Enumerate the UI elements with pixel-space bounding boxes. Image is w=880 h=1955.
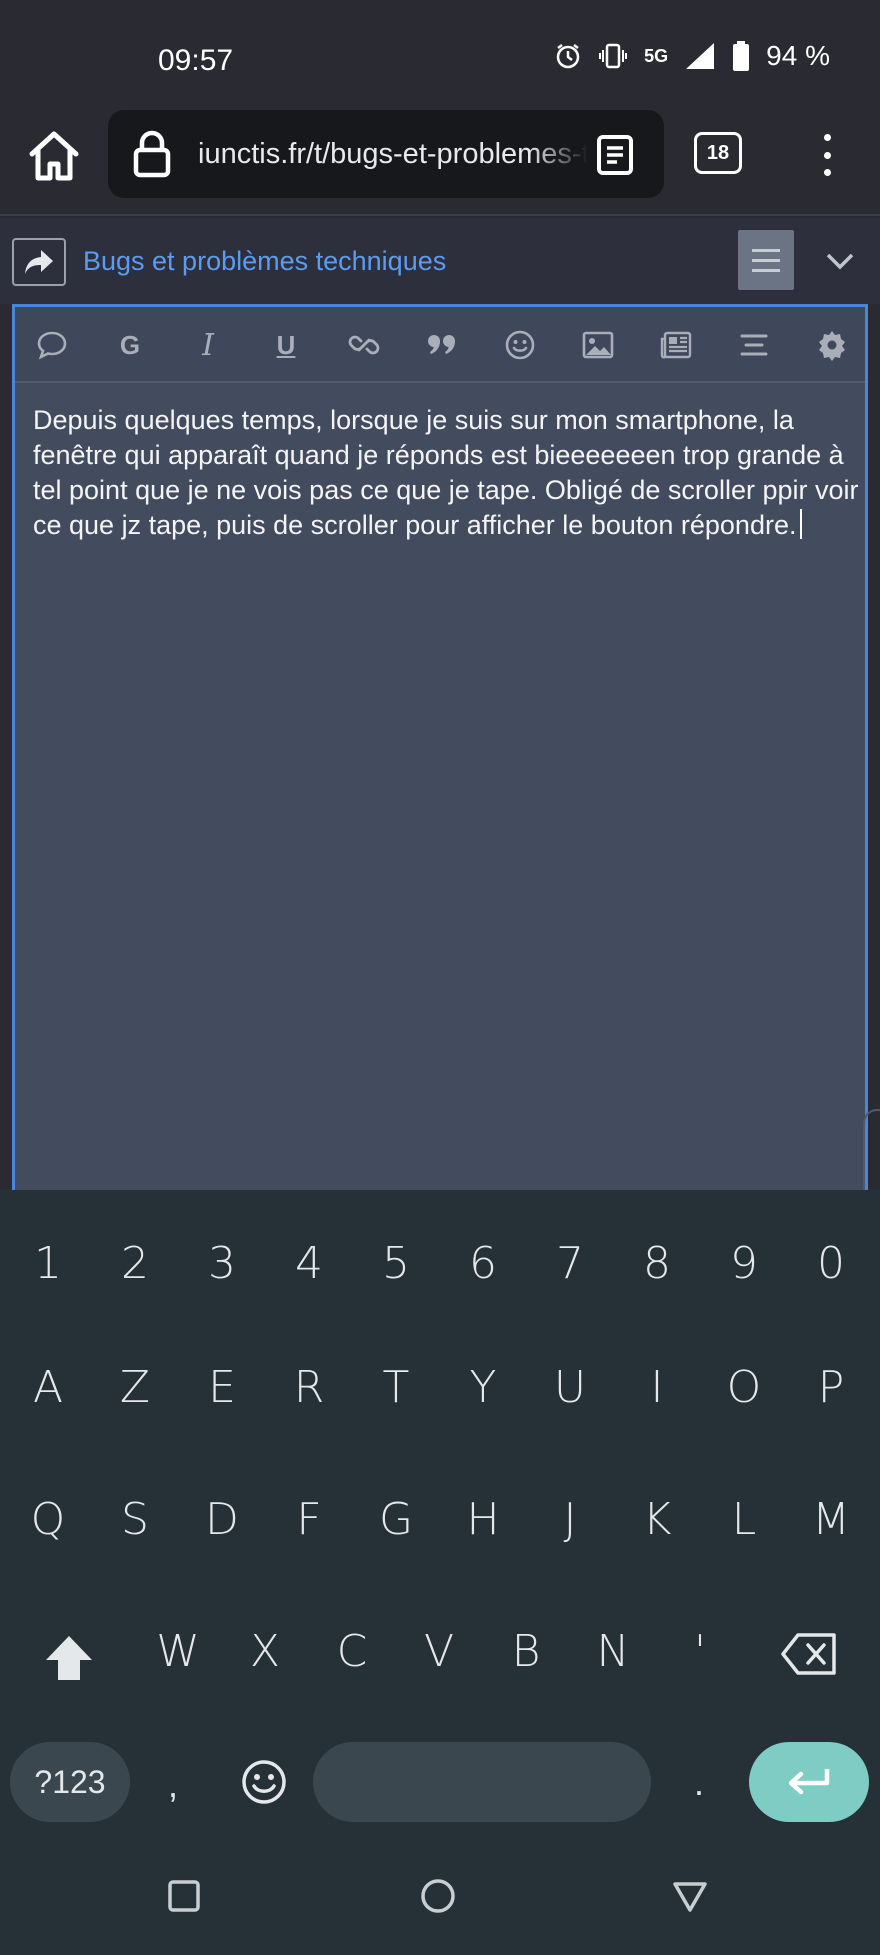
shift-icon[interactable] [42,1632,96,1686]
bold-button[interactable]: G [111,327,149,363]
key[interactable]: P [791,1362,871,1413]
enter-key[interactable] [749,1742,869,1822]
composer-editor: G I U Depuis quelques temps, lorsque je … [12,304,880,1221]
key[interactable]: 2 [95,1238,175,1289]
key[interactable]: 4 [269,1238,349,1289]
link-icon[interactable] [345,327,383,363]
key[interactable]: 5 [356,1238,436,1289]
key[interactable]: V [399,1626,479,1677]
key[interactable]: W [138,1626,218,1677]
key[interactable]: G [356,1494,436,1545]
key[interactable]: T [356,1362,436,1413]
preformatted-icon[interactable] [657,327,695,363]
battery-icon [733,41,750,71]
home-icon[interactable] [26,128,82,184]
url-text[interactable]: iunctis.fr/t/bugs-et-problemes-technique… [198,138,588,171]
blockquote-icon[interactable] [423,327,461,363]
toggle-preview-button[interactable] [738,230,794,290]
reply-textarea[interactable]: Depuis quelques temps, lorsque je suis s… [33,403,863,543]
align-icon[interactable] [735,327,773,363]
status-time: 09:57 [158,44,234,77]
key[interactable]: F [269,1494,349,1545]
tabs-button[interactable]: 18 [694,132,742,174]
browser-toolbar: iunctis.fr/t/bugs-et-problemes-technique… [0,100,880,216]
key[interactable]: 3 [182,1238,262,1289]
network-5g-icon: 5G [644,45,669,66]
key[interactable]: U [530,1362,610,1413]
editor-toolbar: G I U [15,307,865,383]
key[interactable]: 0 [791,1238,871,1289]
key[interactable]: Z [95,1362,175,1413]
emoji-icon[interactable] [501,327,539,363]
status-bar: 09:57 5G 94 % [0,0,880,100]
key[interactable]: Q [8,1494,88,1545]
key[interactable]: R [269,1362,349,1413]
key[interactable]: J [530,1494,610,1545]
key[interactable]: 6 [443,1238,523,1289]
key[interactable]: B [486,1626,566,1677]
underline-button[interactable]: U [267,327,305,363]
enter-icon [788,1769,830,1795]
key[interactable]: 7 [530,1238,610,1289]
reader-mode-icon[interactable] [596,134,634,176]
key[interactable]: X [225,1626,305,1677]
address-bar[interactable]: iunctis.fr/t/bugs-et-problemes-technique… [108,110,664,198]
key[interactable]: C [312,1626,392,1677]
key[interactable]: A [8,1362,88,1413]
comma-key[interactable]: , [168,1764,178,1806]
back-icon[interactable] [670,1876,710,1916]
key[interactable]: H [443,1494,523,1545]
key[interactable]: O [704,1362,784,1413]
vibrate-icon [599,43,628,69]
chevron-down-icon[interactable] [822,246,858,276]
emoji-key-icon[interactable] [240,1758,288,1806]
soft-keyboard: 1 2 3 4 5 6 7 8 9 0 A Z E R T Y U I O P … [0,1190,880,1840]
key[interactable]: S [95,1494,175,1545]
alarm-icon [556,44,580,69]
key[interactable]: M [791,1494,871,1545]
space-key[interactable] [313,1742,651,1822]
italic-button[interactable]: I [189,327,227,363]
reply-text: Depuis quelques temps, lorsque je suis s… [33,405,859,540]
image-icon[interactable] [579,327,617,363]
key[interactable]: Y [443,1362,523,1413]
reply-action-button[interactable] [12,238,66,286]
settings-icon[interactable] [813,327,851,363]
key[interactable]: ' [660,1626,740,1677]
backspace-icon[interactable] [780,1632,838,1676]
period-key[interactable]: . [694,1762,704,1804]
home-nav-icon[interactable] [418,1876,458,1916]
signal-icon [686,43,715,69]
share-arrow-icon [25,250,53,274]
quote-icon[interactable] [33,327,71,363]
topic-title-link[interactable]: Bugs et problèmes techniques [83,246,446,277]
screen: 09:57 5G 94 % iunctis.fr/t/bugs-et-probl… [0,0,880,1955]
key[interactable]: N [573,1626,653,1677]
key[interactable]: E [182,1362,262,1413]
composer-header: Bugs et problèmes techniques [0,218,880,304]
key[interactable]: 1 [8,1238,88,1289]
text-caret [800,509,803,539]
symbols-key[interactable]: ?123 [10,1742,130,1822]
key[interactable]: L [704,1494,784,1545]
key[interactable]: 8 [617,1238,697,1289]
key[interactable]: D [182,1494,262,1545]
key[interactable]: K [617,1494,697,1545]
more-vert-icon[interactable] [812,130,842,180]
key[interactable]: I [617,1362,697,1413]
lock-icon[interactable] [132,130,172,178]
status-icons: 5G 94 % [554,40,830,72]
system-nav-bar [0,1840,880,1955]
recents-icon[interactable] [164,1876,204,1916]
battery-level: 94 % [766,40,830,71]
key[interactable]: 9 [704,1238,784,1289]
